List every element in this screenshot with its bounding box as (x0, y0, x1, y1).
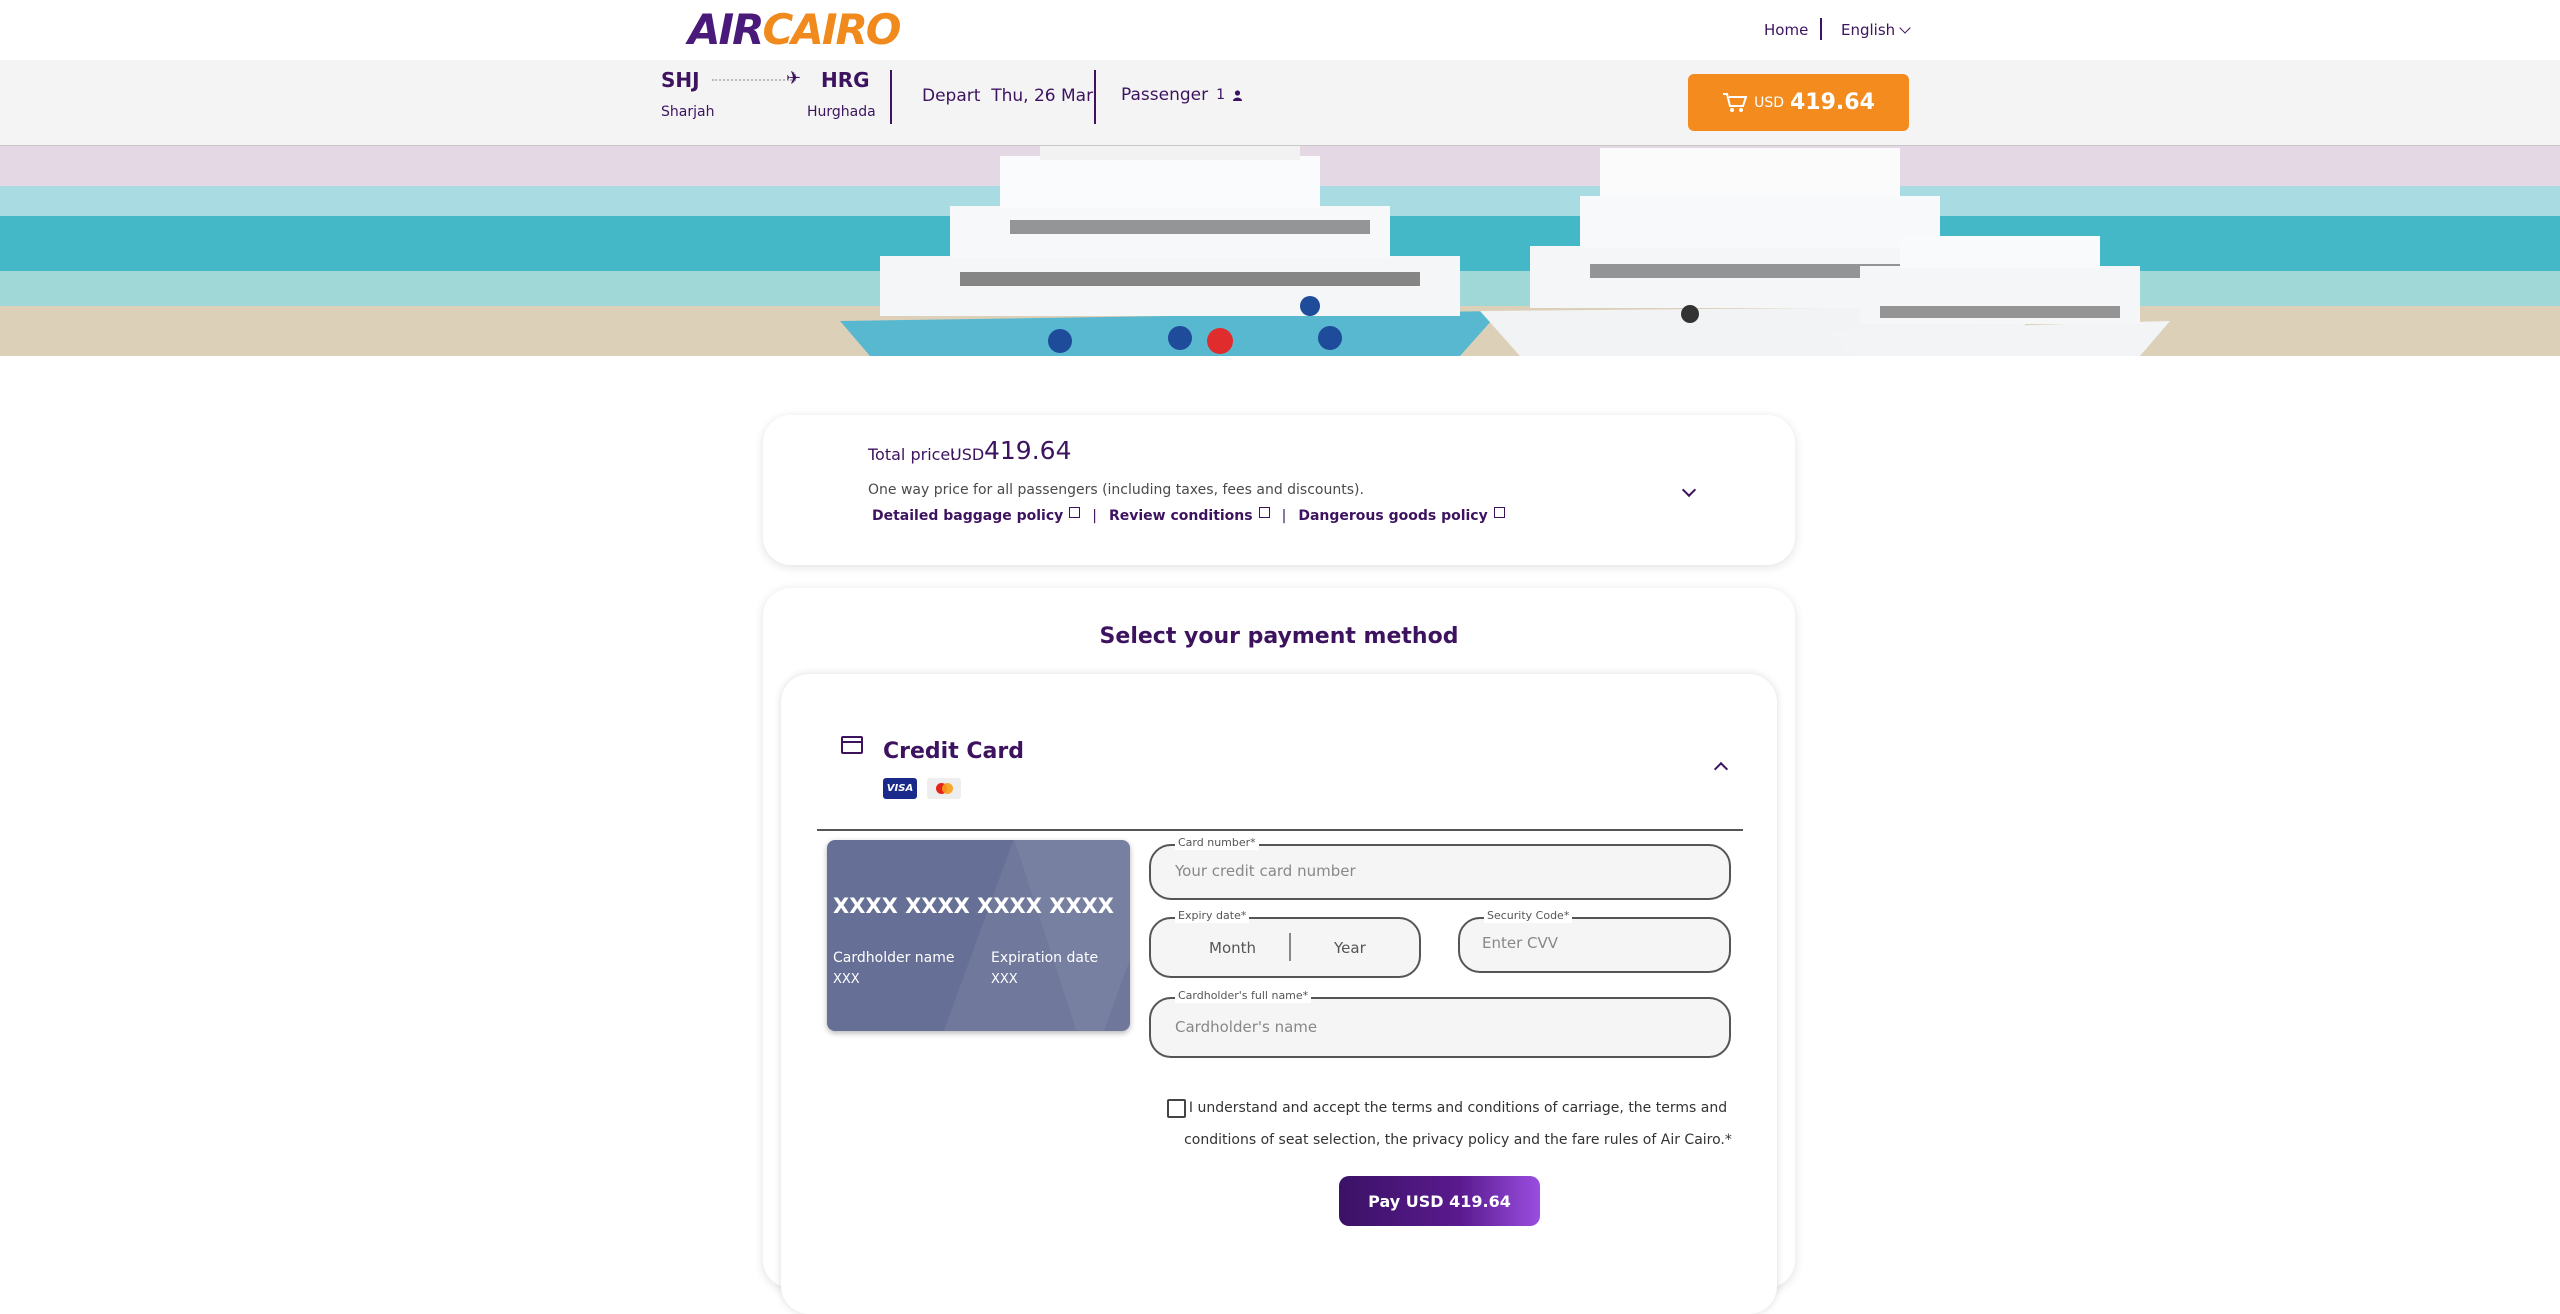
chevron-down-icon[interactable] (1681, 482, 1697, 498)
dangerous-goods-link[interactable]: Dangerous goods policy (1298, 507, 1505, 524)
chevron-down-icon (1899, 22, 1911, 34)
depart-date: Thu, 26 Mar (991, 86, 1094, 106)
credit-card-title[interactable]: Credit Card (883, 739, 1024, 764)
external-link-icon (1258, 507, 1270, 518)
route-dotted-line (712, 79, 792, 81)
card-preview-holder-label: Cardholder name (833, 950, 955, 966)
destination-code: HRG (821, 68, 870, 92)
expiry-date-field: Expiry date* Month Year (1149, 909, 1421, 978)
visa-logo: VISA (883, 778, 917, 799)
total-price-currency: USD (950, 445, 985, 464)
logo-air: AIR (688, 4, 764, 54)
total-price-amount: 419.64 (984, 436, 1072, 465)
review-conditions-link[interactable]: Review conditions (1108, 507, 1270, 524)
total-price-card: Total price: USD 419.64 One way price fo… (763, 415, 1795, 565)
security-code-placeholder: Enter CVV (1482, 934, 1559, 952)
security-code-label: Security Code* (1484, 909, 1573, 923)
expiry-month-select[interactable]: Month (1209, 939, 1256, 957)
chevron-up-icon[interactable] (1713, 761, 1729, 777)
plane-icon: ✈ (786, 68, 802, 89)
dangerous-goods-label: Dangerous goods policy (1298, 508, 1488, 524)
payment-title: Select your payment method (1099, 624, 1459, 649)
card-preview-number: XXXX XXXX XXXX XXXX (833, 894, 1114, 918)
terms-text: I understand and accept the terms and co… (1184, 1100, 1732, 1148)
destination-city: Hurghada (807, 104, 876, 120)
expiry-date-label: Expiry date* (1175, 909, 1250, 923)
origin-city: Sharjah (661, 104, 715, 120)
policy-links: Detailed baggage policy | Review conditi… (872, 507, 1505, 524)
summary-divider (890, 70, 892, 124)
logo-cairo: CAIRO (762, 4, 901, 54)
language-label: English (1841, 21, 1896, 39)
cart-amount: 419.64 (1790, 90, 1875, 115)
air-cairo-logo[interactable]: AIR CAIRO (688, 5, 901, 54)
card-preview-expiry-value: XXX (991, 972, 1018, 987)
section-divider (817, 829, 1743, 831)
cardholder-name-placeholder: Cardholder's name (1175, 1018, 1318, 1036)
depart-label: Depart (922, 86, 981, 106)
nav-divider (1820, 18, 1822, 40)
security-code-input[interactable]: Security Code* Enter CVV (1458, 909, 1731, 973)
person-icon (1233, 89, 1243, 101)
hero-banner-image (0, 146, 2560, 356)
link-separator: | (1092, 508, 1097, 524)
cardholder-name-label: Cardholder's full name* (1175, 989, 1312, 1003)
cart-total-button[interactable]: USD 419.64 (1688, 74, 1909, 131)
expiry-year-select[interactable]: Year (1334, 939, 1366, 957)
cardholder-name-input[interactable]: Cardholder's full name* Cardholder's nam… (1149, 989, 1731, 1058)
depart-info: Depart Thu, 26 Mar (922, 86, 1093, 106)
payment-panel: Select your payment method Credit Card V… (763, 588, 1795, 1314)
origin-code: SHJ (661, 68, 700, 92)
card-number-placeholder: Your credit card number (1175, 862, 1356, 880)
cart-currency: USD (1754, 94, 1784, 111)
external-link-icon (1069, 507, 1081, 518)
passenger-info: Passenger 1 (1121, 85, 1243, 105)
passenger-count: 1 (1216, 87, 1226, 103)
price-note: One way price for all passengers (includ… (868, 482, 1364, 498)
card-preview-expiry-label: Expiration date (991, 950, 1099, 966)
card-number-input[interactable]: Card number* Your credit card number (1149, 836, 1731, 900)
card-preview: XXXX XXXX XXXX XXXX Cardholder name XXX … (827, 840, 1130, 1031)
language-selector[interactable]: English (1841, 21, 1911, 39)
baggage-policy-label: Detailed baggage policy (872, 508, 1064, 524)
baggage-policy-link[interactable]: Detailed baggage policy (872, 507, 1081, 524)
cart-icon (1723, 92, 1748, 112)
passenger-label: Passenger (1121, 85, 1209, 105)
total-price-label: Total price: (868, 445, 956, 464)
review-conditions-label: Review conditions (1108, 508, 1253, 524)
credit-card-icon (841, 736, 863, 754)
pay-button[interactable]: Pay USD 419.64 (1339, 1176, 1540, 1226)
card-preview-holder-value: XXX (833, 972, 860, 987)
summary-divider (1094, 70, 1096, 124)
nav-home-link[interactable]: Home (1764, 21, 1808, 39)
boats-illustration (0, 146, 2560, 356)
flight-summary-bar (0, 60, 2560, 147)
expiry-divider (1289, 933, 1291, 961)
link-separator: | (1281, 508, 1287, 524)
mastercard-logo (927, 778, 961, 799)
credit-card-section: Credit Card VISA XXXX XXXX XXXX XXXX Car… (781, 674, 1777, 1314)
external-link-icon (1493, 507, 1505, 518)
top-header: AIR CAIRO Home English (0, 0, 2560, 60)
card-number-label: Card number* (1175, 836, 1259, 850)
